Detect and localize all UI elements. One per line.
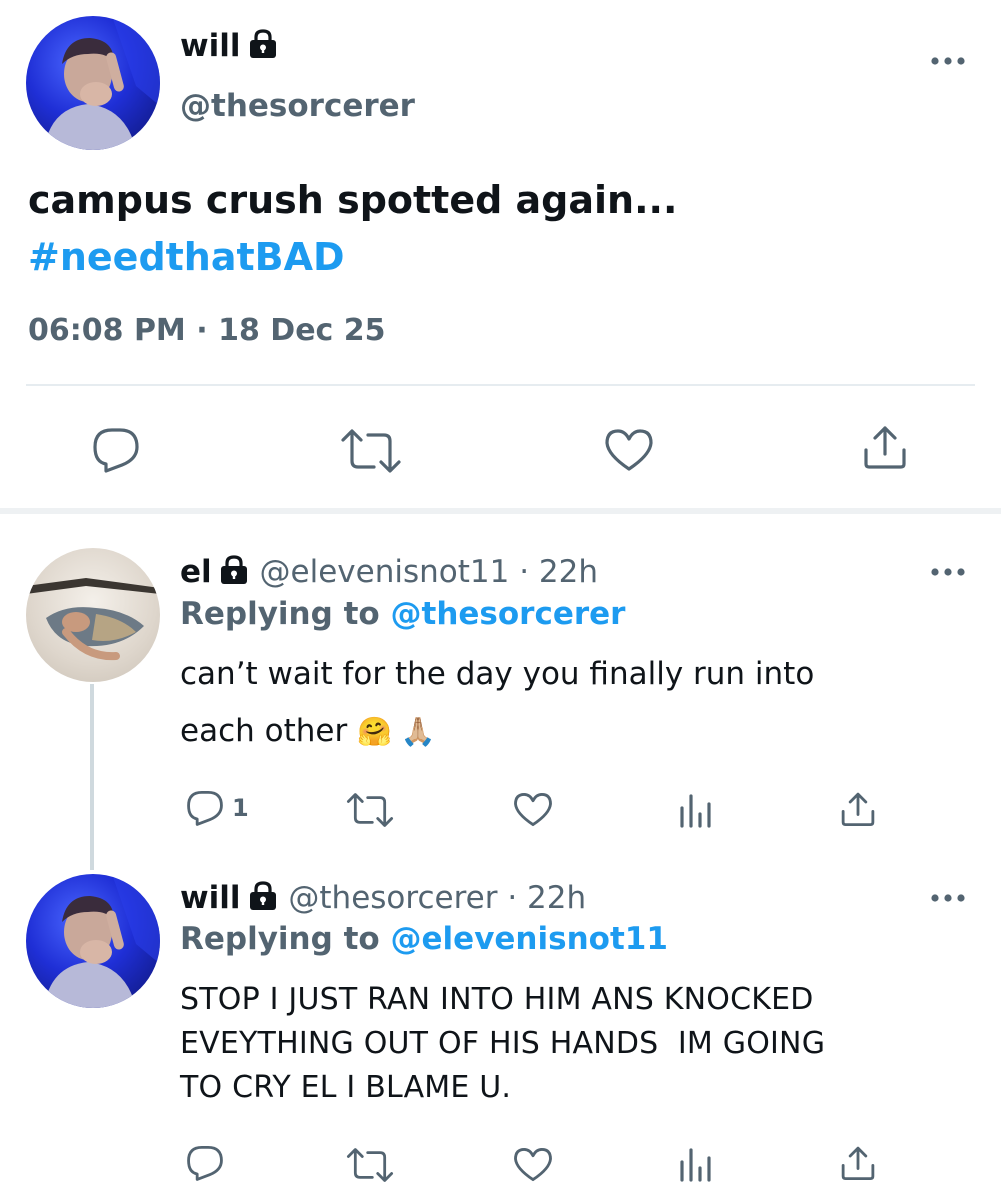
- main-tweet-handle[interactable]: @thesorcerer: [180, 88, 415, 124]
- hashtag-link[interactable]: #needthatBAD: [28, 229, 968, 286]
- reply-icon: [187, 1145, 223, 1181]
- avatar-photo: [44, 16, 160, 150]
- date-text: 18 Dec 25: [218, 313, 386, 348]
- separator: ·: [519, 554, 530, 590]
- reply-2-replying-to: Replying to @elevenisnot11: [180, 921, 668, 957]
- lock-icon: [247, 29, 279, 59]
- main-tweet-text: campus crush spotted again... #needthatB…: [28, 172, 968, 286]
- more-icon[interactable]: [930, 893, 966, 903]
- stats-divider: [26, 384, 975, 386]
- emoji: 🤗 🙏🏼: [357, 715, 436, 748]
- mention-link[interactable]: @thesorcerer: [391, 596, 626, 632]
- separator: ·: [507, 880, 518, 916]
- like-icon: [514, 1147, 552, 1182]
- replying-prefix: Replying to: [180, 921, 380, 957]
- analytics-button[interactable]: [679, 1146, 713, 1182]
- reply-text-line: STOP I JUST RAN INTO HIM ANS KNOCKED: [180, 982, 814, 1017]
- time-text: 06:08 PM: [28, 313, 186, 348]
- age-text: 22h: [527, 880, 587, 916]
- lock-icon: [218, 555, 250, 585]
- reply-1-replying-to: Replying to @thesorcerer: [180, 596, 625, 632]
- share-icon: [841, 1146, 875, 1181]
- share-icon: [864, 426, 906, 469]
- mention-link[interactable]: @elevenisnot11: [391, 921, 668, 957]
- reply-text-line: each other 🤗 🙏🏼: [180, 703, 970, 760]
- reply-button[interactable]: [186, 1145, 224, 1181]
- like-button[interactable]: [513, 1147, 553, 1182]
- reply-button[interactable]: 1: [186, 790, 249, 826]
- retweet-icon: [346, 793, 394, 827]
- retweet-button[interactable]: [346, 793, 394, 827]
- reply-1-text: can’t wait for the day you finally run i…: [180, 646, 970, 760]
- reply-text-line: EVEYTHING OUT OF HIS HANDS IM GOING: [180, 1026, 826, 1061]
- reply-count: 1: [232, 794, 249, 822]
- reply-1-header[interactable]: el @elevenisnot11 · 22h: [180, 554, 598, 590]
- reply-text-fragment: each other: [180, 713, 348, 749]
- reply-icon: [187, 790, 223, 826]
- share-button[interactable]: [840, 1145, 876, 1181]
- handle-text: @elevenisnot11: [259, 554, 510, 590]
- analytics-icon: [680, 1148, 711, 1182]
- more-icon[interactable]: [930, 567, 966, 577]
- avatar-photo: [26, 578, 160, 661]
- reply-icon: [93, 428, 139, 473]
- reply-text-line: TO CRY EL I BLAME U.: [180, 1070, 512, 1105]
- like-icon: [514, 792, 552, 827]
- avatar-photo: [44, 874, 160, 1008]
- reply-2-header[interactable]: will @thesorcerer · 22h: [180, 880, 586, 916]
- share-button[interactable]: [840, 791, 876, 827]
- display-name-text: el: [180, 554, 212, 590]
- reply-2-avatar[interactable]: [26, 874, 160, 1008]
- separator: ·: [196, 313, 208, 348]
- like-button[interactable]: [513, 792, 553, 827]
- section-divider: [0, 508, 1001, 514]
- retweet-button[interactable]: [346, 1148, 394, 1182]
- handle-text: @thesorcerer: [288, 880, 498, 916]
- like-icon: [605, 429, 653, 471]
- display-name-text: will: [180, 28, 241, 64]
- replying-prefix: Replying to: [180, 596, 380, 632]
- retweet-icon: [341, 429, 401, 473]
- reply-1-avatar[interactable]: [26, 548, 160, 682]
- share-icon: [841, 792, 875, 827]
- age-text: 22h: [538, 554, 598, 590]
- share-button[interactable]: [862, 424, 908, 470]
- reply-2-text: STOP I JUST RAN INTO HIM ANS KNOCKED EVE…: [180, 978, 970, 1110]
- analytics-icon: [680, 794, 711, 828]
- display-name-text: will: [180, 880, 241, 916]
- main-tweet-avatar[interactable]: [26, 16, 160, 150]
- main-tweet-timestamp[interactable]: 06:08 PM · 18 Dec 25: [28, 313, 386, 348]
- like-button[interactable]: [604, 428, 654, 472]
- retweet-icon: [346, 1148, 394, 1182]
- retweet-button[interactable]: [340, 429, 402, 473]
- reply-text-line: can’t wait for the day you finally run i…: [180, 656, 815, 692]
- reply-button[interactable]: [92, 427, 140, 473]
- main-tweet-display-name[interactable]: will: [180, 28, 279, 64]
- tweet-body: campus crush spotted again...: [28, 178, 678, 222]
- analytics-button[interactable]: [679, 792, 713, 828]
- thread-connector: [90, 684, 94, 870]
- lock-icon: [247, 881, 279, 911]
- more-icon[interactable]: [930, 56, 966, 66]
